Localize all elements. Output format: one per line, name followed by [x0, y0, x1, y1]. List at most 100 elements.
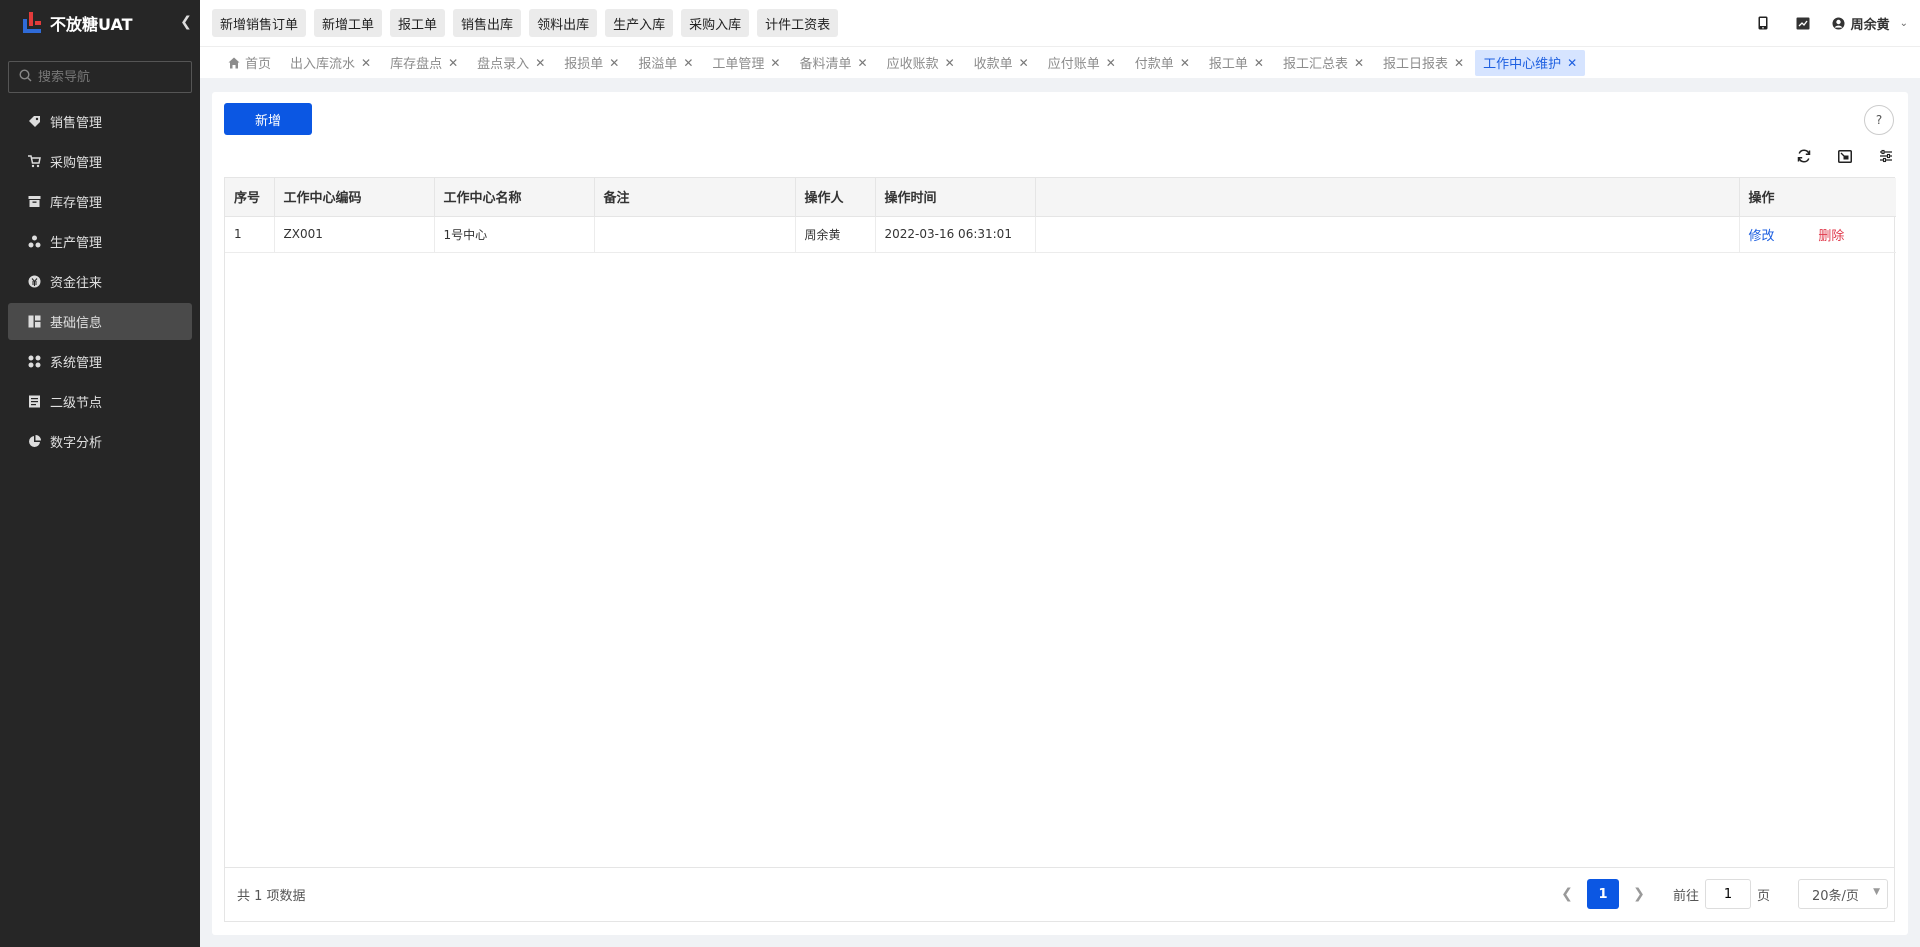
- quick-work-report-button[interactable]: 报工单: [390, 9, 446, 37]
- column-header-remark[interactable]: 备注: [594, 178, 796, 217]
- page-size-value: 20条/页: [1812, 888, 1859, 904]
- cell-actions: 修改 删除: [1739, 216, 1896, 253]
- sidebar-item-system[interactable]: 系统管理: [8, 343, 192, 380]
- quick-sales-outbound-button[interactable]: 销售出库: [453, 9, 522, 37]
- quick-production-inbound-button[interactable]: 生产入库: [605, 9, 674, 37]
- caret-down-icon: ▼: [1873, 887, 1880, 897]
- sidebar-item-sales[interactable]: 销售管理: [8, 103, 192, 140]
- close-icon[interactable]: ✕: [945, 56, 955, 70]
- cell-spacer: [1035, 216, 1740, 253]
- tab-payables[interactable]: 应付账单 ✕: [1040, 50, 1124, 76]
- quick-piecework-wage-button[interactable]: 计件工资表: [757, 9, 839, 37]
- doc-icon: [28, 395, 41, 408]
- quick-new-sales-order-button[interactable]: 新增销售订单: [212, 9, 307, 37]
- add-button[interactable]: 新增: [224, 103, 312, 135]
- user-name: 周余黄: [1850, 17, 1890, 33]
- sidebar-item-finance[interactable]: 资金往来: [8, 263, 192, 300]
- dashboard-icon[interactable]: [1792, 12, 1814, 34]
- tab-work-report[interactable]: 报工单 ✕: [1201, 50, 1272, 76]
- cell-code: ZX001: [274, 216, 435, 253]
- table-row[interactable]: 1 ZX001 1号中心 周余黄 2022-03-16 06:31:01 修改 …: [225, 216, 1896, 253]
- sidebar-item-label: 资金往来: [50, 276, 103, 291]
- pie-icon: [28, 435, 41, 448]
- close-icon[interactable]: ✕: [1019, 56, 1029, 70]
- tab-overflow-report[interactable]: 报溢单 ✕: [630, 50, 701, 76]
- nav-search-input[interactable]: [38, 69, 188, 85]
- table-footer: 共 1 项数据 ❮ 1 ❯ 前往 页 20条/页 ▼: [225, 867, 1894, 921]
- sidebar-item-production[interactable]: 生产管理: [8, 223, 192, 260]
- close-icon[interactable]: ✕: [609, 56, 619, 70]
- tab-label: 出入库流水: [290, 57, 356, 72]
- quick-material-outbound-button[interactable]: 领料出库: [529, 9, 598, 37]
- tag-icon: [28, 115, 41, 128]
- user-menu[interactable]: 周余黄 ⌄: [1832, 14, 1908, 33]
- money-icon: [28, 275, 41, 288]
- tab-work-center[interactable]: 工作中心维护 ✕: [1475, 49, 1586, 76]
- top-right-actions: 周余黄 ⌄: [1734, 0, 1908, 46]
- tab-receipts[interactable]: 收款单 ✕: [966, 50, 1037, 76]
- chevron-down-icon: ⌄: [1899, 17, 1908, 29]
- close-icon[interactable]: ✕: [1180, 56, 1190, 70]
- close-icon[interactable]: ✕: [1567, 56, 1577, 70]
- prev-page-icon[interactable]: ❮: [1553, 879, 1581, 909]
- column-header-name[interactable]: 工作中心名称: [434, 178, 595, 217]
- tab-loss-report[interactable]: 报损单 ✕: [556, 50, 627, 76]
- tab-stock-flow[interactable]: 出入库流水 ✕: [282, 50, 379, 76]
- close-icon[interactable]: ✕: [770, 56, 780, 70]
- close-icon[interactable]: ✕: [1254, 56, 1264, 70]
- help-icon[interactable]: ?: [1864, 105, 1894, 135]
- page-number-current[interactable]: 1: [1586, 879, 1619, 909]
- column-header-time[interactable]: 操作时间: [875, 178, 1036, 217]
- collapse-sidebar-icon[interactable]: ❮: [178, 14, 194, 30]
- quick-new-work-order-button[interactable]: 新增工单: [314, 9, 383, 37]
- tab-work-report-daily[interactable]: 报工日报表 ✕: [1375, 50, 1472, 76]
- tab-label: 报工单: [1208, 57, 1248, 72]
- tab-work-report-summary[interactable]: 报工汇总表 ✕: [1275, 50, 1372, 76]
- table-toolbar: [1775, 144, 1898, 168]
- cluster-icon: [28, 235, 41, 248]
- app-logo[interactable]: 不放糖UAT: [0, 0, 200, 46]
- tab-stocktake[interactable]: 库存盘点 ✕: [382, 50, 466, 76]
- cell-index: 1: [225, 216, 275, 253]
- nav-search[interactable]: [8, 61, 192, 93]
- edit-link[interactable]: 修改: [1749, 229, 1775, 244]
- sidebar-item-basic-info[interactable]: 基础信息: [8, 303, 192, 340]
- tab-home[interactable]: 首页: [220, 50, 279, 76]
- sidebar-item-label: 二级节点: [50, 396, 103, 411]
- sidebar-item-inventory[interactable]: 库存管理: [8, 183, 192, 220]
- refresh-icon[interactable]: [1792, 144, 1816, 168]
- tab-work-orders[interactable]: 工单管理 ✕: [704, 50, 788, 76]
- column-header-actions: 操作: [1739, 178, 1896, 217]
- logo-icon: [20, 11, 44, 35]
- cart-icon: [28, 155, 41, 168]
- sidebar-item-analytics[interactable]: 数字分析: [8, 423, 192, 460]
- quick-purchase-inbound-button[interactable]: 采购入库: [681, 9, 750, 37]
- goto-suffix: 页: [1756, 888, 1770, 904]
- close-icon[interactable]: ✕: [535, 56, 545, 70]
- sidebar-item-secondary[interactable]: 二级节点: [8, 383, 192, 420]
- close-icon[interactable]: ✕: [1454, 56, 1464, 70]
- tab-material-list[interactable]: 备料清单 ✕: [791, 50, 875, 76]
- tab-label: 报溢单: [638, 57, 678, 72]
- tab-payments[interactable]: 付款单 ✕: [1127, 50, 1198, 76]
- fullscreen-icon[interactable]: [1833, 144, 1857, 168]
- page-size-select[interactable]: 20条/页 ▼: [1798, 879, 1888, 909]
- next-page-icon[interactable]: ❯: [1625, 879, 1653, 909]
- cell-operator: 周余黄: [795, 216, 876, 253]
- tab-receivables[interactable]: 应收账款 ✕: [879, 50, 963, 76]
- sidebar-item-purchase[interactable]: 采购管理: [8, 143, 192, 180]
- close-icon[interactable]: ✕: [361, 56, 371, 70]
- column-header-operator[interactable]: 操作人: [795, 178, 876, 217]
- close-icon[interactable]: ✕: [1106, 56, 1116, 70]
- close-icon[interactable]: ✕: [858, 56, 868, 70]
- close-icon[interactable]: ✕: [448, 56, 458, 70]
- tab-stocktake-entry[interactable]: 盘点录入 ✕: [469, 50, 553, 76]
- column-header-code[interactable]: 工作中心编码: [274, 178, 435, 217]
- close-icon[interactable]: ✕: [683, 56, 693, 70]
- cell-remark: [594, 216, 796, 253]
- delete-link[interactable]: 删除: [1818, 229, 1844, 244]
- mobile-icon[interactable]: [1752, 12, 1774, 34]
- column-settings-icon[interactable]: [1874, 144, 1898, 168]
- close-icon[interactable]: ✕: [1354, 56, 1364, 70]
- goto-page-input[interactable]: [1704, 879, 1751, 909]
